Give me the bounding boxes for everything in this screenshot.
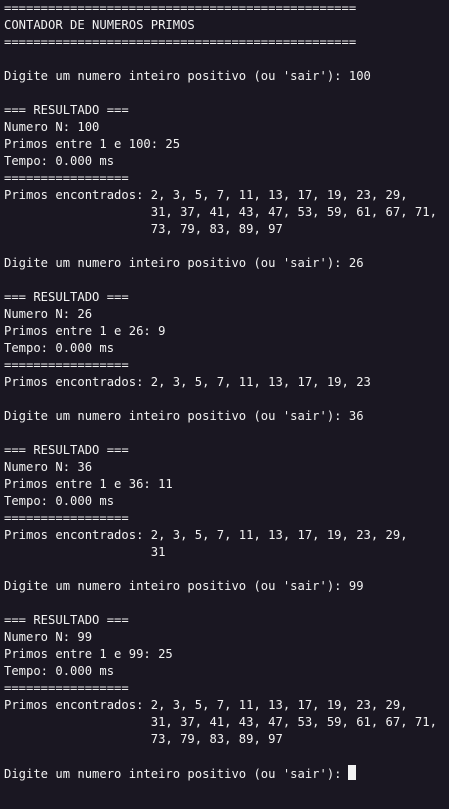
terminal-line-prompt: Digite um numero inteiro positivo (ou 's… — [4, 579, 364, 593]
terminal-line-primes: 73, 79, 83, 89, 97 — [4, 222, 283, 236]
terminal-line-result: Primos entre 1 e 99: 25 — [4, 647, 173, 661]
terminal-line-result: Tempo: 0.000 ms — [4, 341, 115, 355]
terminal-line-result-header: === RESULTADO === — [4, 103, 129, 117]
terminal-line-result: Primos entre 1 e 100: 25 — [4, 137, 181, 151]
terminal-line-result-header: === RESULTADO === — [4, 290, 129, 304]
terminal-line-prompt: Digite um numero inteiro positivo (ou 's… — [4, 256, 364, 270]
terminal-window[interactable]: ================= ================= ======… — [0, 0, 449, 809]
terminal-line-primes: Primos encontrados: 2, 3, 5, 7, 11, 13, … — [4, 375, 371, 389]
terminal-line-result: Tempo: 0.000 ms — [4, 154, 115, 168]
terminal-line-result: Numero N: 36 — [4, 460, 93, 474]
terminal-line-primes: Primos encontrados: 2, 3, 5, 7, 11, 13, … — [4, 698, 408, 712]
terminal-line-result-header: === RESULTADO === — [4, 443, 129, 457]
terminal-line-rule: ========================================… — [4, 1, 357, 15]
terminal-line-result: Numero N: 100 — [4, 120, 100, 134]
terminal-line-primes: Primos encontrados: 2, 3, 5, 7, 11, 13, … — [4, 188, 408, 202]
terminal-line-primes: 31, 37, 41, 43, 47, 53, 59, 61, 67, 71, — [4, 715, 437, 729]
terminal-line-primes: Primos encontrados: 2, 3, 5, 7, 11, 13, … — [4, 528, 408, 542]
terminal-line-rule-short: ================= — [4, 681, 129, 695]
terminal-line-primes: 31, 37, 41, 43, 47, 53, 59, 61, 67, 71, — [4, 205, 437, 219]
text-cursor — [347, 765, 356, 780]
terminal-line-prompt: Digite um numero inteiro positivo (ou 's… — [4, 409, 364, 423]
terminal-line-result-header: === RESULTADO === — [4, 613, 129, 627]
terminal-line-result: Tempo: 0.000 ms — [4, 664, 115, 678]
terminal-output: ================= ================= ======… — [4, 0, 449, 765]
terminal-line-title: CONTADOR DE NUMEROS PRIMOS — [4, 18, 195, 32]
terminal-line-result: Numero N: 99 — [4, 630, 93, 644]
terminal-line-rule: ========================================… — [4, 35, 357, 49]
terminal-line-rule-short: ================= — [4, 511, 129, 525]
terminal-line-primes: 73, 79, 83, 89, 97 — [4, 732, 283, 746]
input-prompt: Digite um numero inteiro positivo (ou 's… — [4, 767, 342, 781]
terminal-line-result: Primos entre 1 e 26: 9 — [4, 324, 166, 338]
terminal-line-primes: 31 — [4, 545, 166, 559]
terminal-line-rule-short: ================= — [4, 358, 129, 372]
terminal-line-rule-short: ================= — [4, 171, 129, 185]
input-line[interactable]: Digite um numero inteiro positivo (ou 's… — [4, 765, 449, 782]
terminal-line-prompt: Digite um numero inteiro positivo (ou 's… — [4, 69, 371, 83]
terminal-line-result: Tempo: 0.000 ms — [4, 494, 115, 508]
terminal-line-result: Primos entre 1 e 36: 11 — [4, 477, 173, 491]
terminal-line-result: Numero N: 26 — [4, 307, 93, 321]
